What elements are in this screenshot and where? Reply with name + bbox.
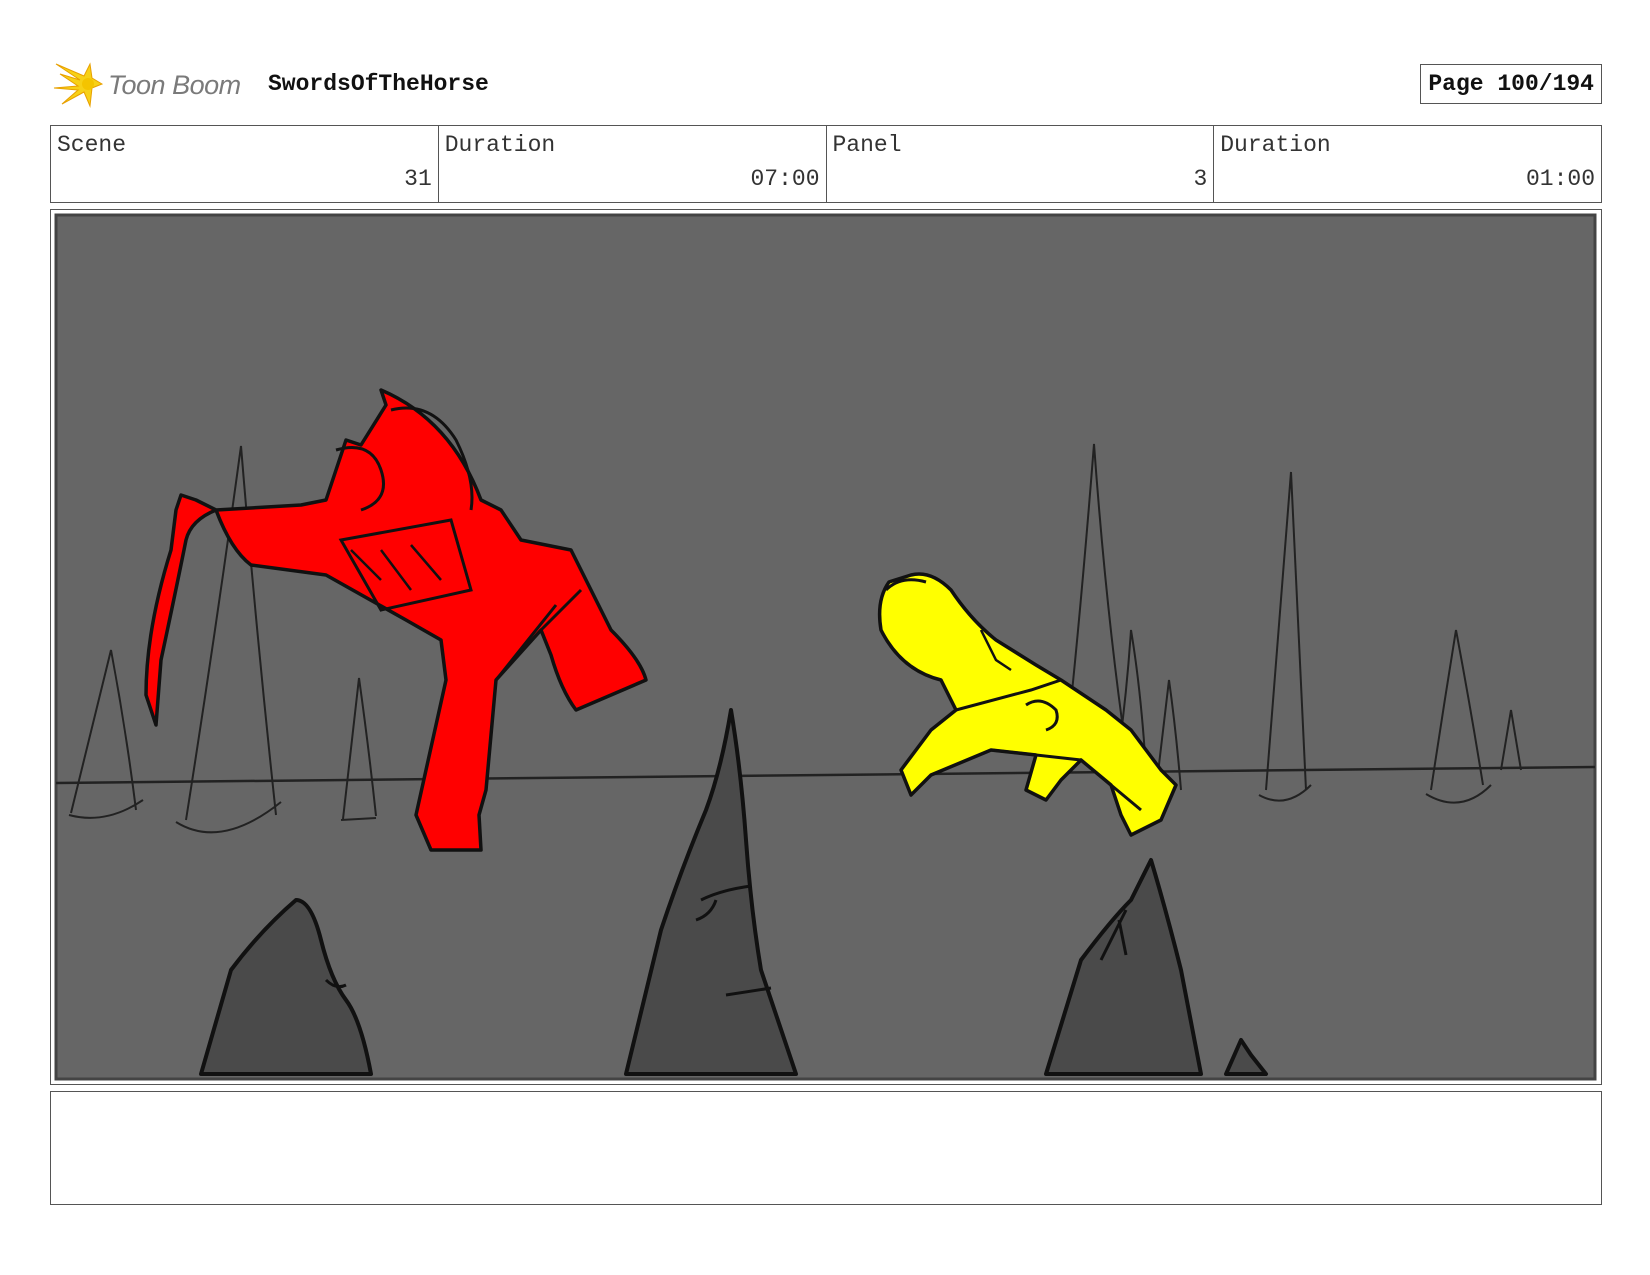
panel-duration-cell: Duration 01:00 [1214,126,1601,202]
project-title: SwordsOfTheHorse [268,71,489,97]
storyboard-panel [50,209,1602,1085]
panel-label: Panel [832,132,902,158]
scene-cell: Scene 31 [51,126,439,202]
page-number-badge: Page 100/194 [1420,64,1602,104]
toon-boom-logo: Toon Boom [50,58,250,110]
panel-duration-label: Duration [1220,132,1331,158]
logo-text: Toon Boom [108,70,241,100]
panel-value: 3 [1193,166,1208,192]
panel-artwork [54,213,1597,1081]
starburst-icon [53,62,104,108]
storyboard-header: Toon Boom SwordsOfTheHorse Page 100/194 [50,58,1602,110]
panel-cell: Panel 3 [827,126,1215,202]
scene-duration-label: Duration [444,132,556,158]
panel-duration-value: 01:00 [1525,166,1595,192]
panel-notes-box[interactable] [50,1091,1602,1205]
scene-info-table: Scene 31 Duration 07:00 Panel 3 Duration… [50,125,1602,203]
scene-value: 31 [404,166,432,192]
scene-label: Scene [57,132,127,158]
scene-duration-cell: Duration 07:00 [439,126,827,202]
scene-duration-value: 07:00 [750,166,820,192]
